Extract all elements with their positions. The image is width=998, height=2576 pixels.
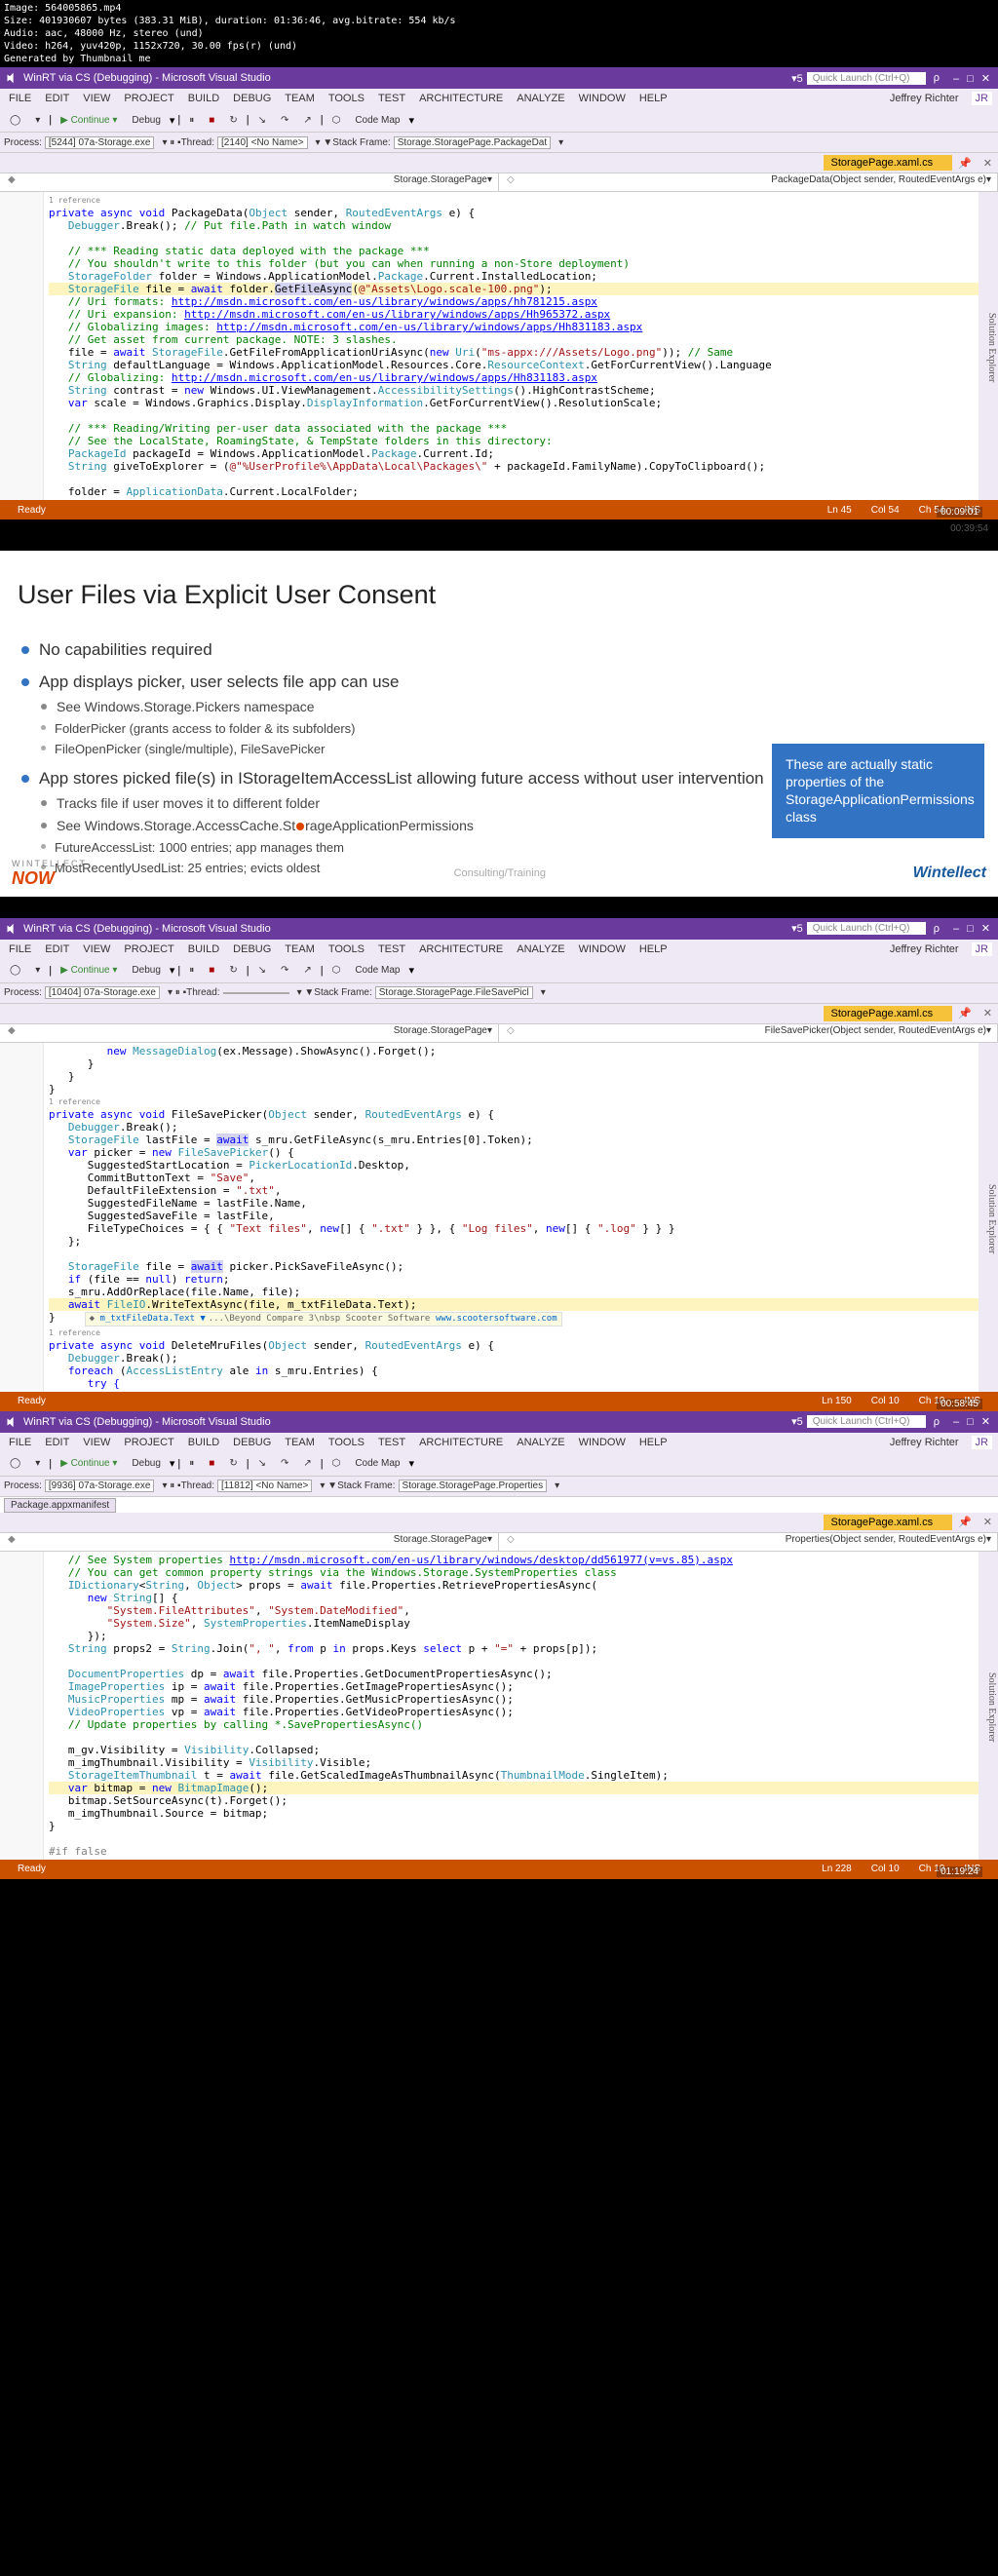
menu-file[interactable]: FILE bbox=[2, 93, 38, 104]
continue-button[interactable]: ▶ Continue ▾ bbox=[55, 963, 123, 978]
continue-button[interactable]: ▶ Continue ▾ bbox=[55, 113, 123, 128]
bullet: No capabilities required bbox=[18, 639, 980, 662]
step-out-icon[interactable]: ↗ bbox=[297, 113, 317, 128]
code-editor[interactable]: Solution Explorer 1 reference private as… bbox=[0, 192, 998, 500]
step-into-icon[interactable]: ↘ bbox=[252, 113, 272, 128]
vs-window-2: WinRT via CS (Debugging) - Microsoft Vis… bbox=[0, 918, 998, 1411]
menubar[interactable]: FILEEDITVIEWPROJECTBUILDDEBUGTEAMTOOLSTE… bbox=[0, 89, 998, 108]
slide-title: User Files via Explicit User Consent bbox=[18, 580, 980, 610]
pause-icon[interactable]: ⏸ bbox=[183, 113, 200, 128]
gutter bbox=[0, 192, 44, 500]
close-tab-icon[interactable]: ✕ bbox=[978, 157, 998, 170]
code-editor[interactable]: Solution Explorer // See System properti… bbox=[0, 1552, 998, 1860]
tooltip-scooter: ◆ m_txtFileData.Text ▼...\Beyond Compare… bbox=[85, 1312, 562, 1326]
process-field[interactable]: [5244] 07a-Storage.exe bbox=[45, 136, 155, 149]
vs-window-1: WinRT via CS (Debugging) - Microsoft Vis… bbox=[0, 67, 998, 519]
titlebar: WinRT via CS (Debugging) - Microsoft Vis… bbox=[0, 67, 998, 89]
pin-icon[interactable]: 📌 bbox=[952, 157, 978, 170]
step-over-icon[interactable]: ↷ bbox=[275, 113, 294, 128]
window-title: WinRT via CS (Debugging) - Microsoft Vis… bbox=[23, 72, 791, 84]
vs-logo-icon bbox=[4, 71, 18, 85]
callout-box: These are actually static properties of … bbox=[772, 744, 984, 838]
tab-appxmanifest[interactable]: Package.appxmanifest bbox=[4, 1498, 116, 1513]
stop-icon[interactable]: ■ bbox=[203, 113, 220, 128]
laser-pointer-icon bbox=[296, 823, 304, 830]
wintellect-logo: Wintellect bbox=[913, 865, 986, 882]
vs-logo-icon bbox=[4, 922, 18, 936]
timestamp: 00:09:01 bbox=[937, 507, 982, 518]
nav-back-icon[interactable]: ◯ bbox=[4, 113, 26, 128]
media-info: Image: 564005865.mp4 Size: 401930607 byt… bbox=[0, 0, 998, 67]
vs-logo-icon bbox=[4, 1415, 18, 1429]
process-bar: Process:[5244] 07a-Storage.exe ▾ ⏸ ▪ Thr… bbox=[0, 133, 998, 153]
restart-icon[interactable]: ↻ bbox=[223, 113, 243, 128]
presentation-slide: User Files via Explicit User Consent No … bbox=[0, 551, 998, 897]
quick-launch[interactable]: Quick Launch (Ctrl+Q) bbox=[807, 72, 926, 85]
tab-storagepage[interactable]: StoragePage.xaml.cs bbox=[824, 155, 953, 171]
vs-window-3: WinRT via CS (Debugging) - Microsoft Vis… bbox=[0, 1411, 998, 1879]
code-editor[interactable]: Solution Explorer new MessageDialog(ex.M… bbox=[0, 1043, 998, 1392]
quick-launch[interactable]: Quick Launch (Ctrl+Q) bbox=[807, 922, 926, 935]
window-buttons[interactable]: –□✕ bbox=[949, 72, 994, 85]
tab-bar: StoragePage.xaml.cs 📌 ✕ bbox=[0, 153, 998, 173]
solution-explorer-tab[interactable]: Solution Explorer bbox=[979, 192, 998, 500]
user-name[interactable]: Jeffrey Richter bbox=[883, 93, 966, 104]
toolbar[interactable]: ◯▾| ▶ Continue ▾ Debug▾| ⏸■↻| ↘↷↗| ⬡Code… bbox=[0, 108, 998, 133]
thread-field[interactable]: [2140] <No Name> bbox=[217, 136, 308, 149]
nav-dropdown[interactable]: ◆Storage.StoragePage▾ ◇PackageData(Objec… bbox=[0, 173, 998, 192]
wintellect-now-logo: WINTELLECTNOW bbox=[12, 859, 87, 889]
status-bar: Ready Ln 45Col 54Ch 54INS 00:09:01 bbox=[0, 500, 998, 519]
stackframe-field[interactable]: Storage.StoragePage.PackageDat bbox=[394, 136, 551, 149]
